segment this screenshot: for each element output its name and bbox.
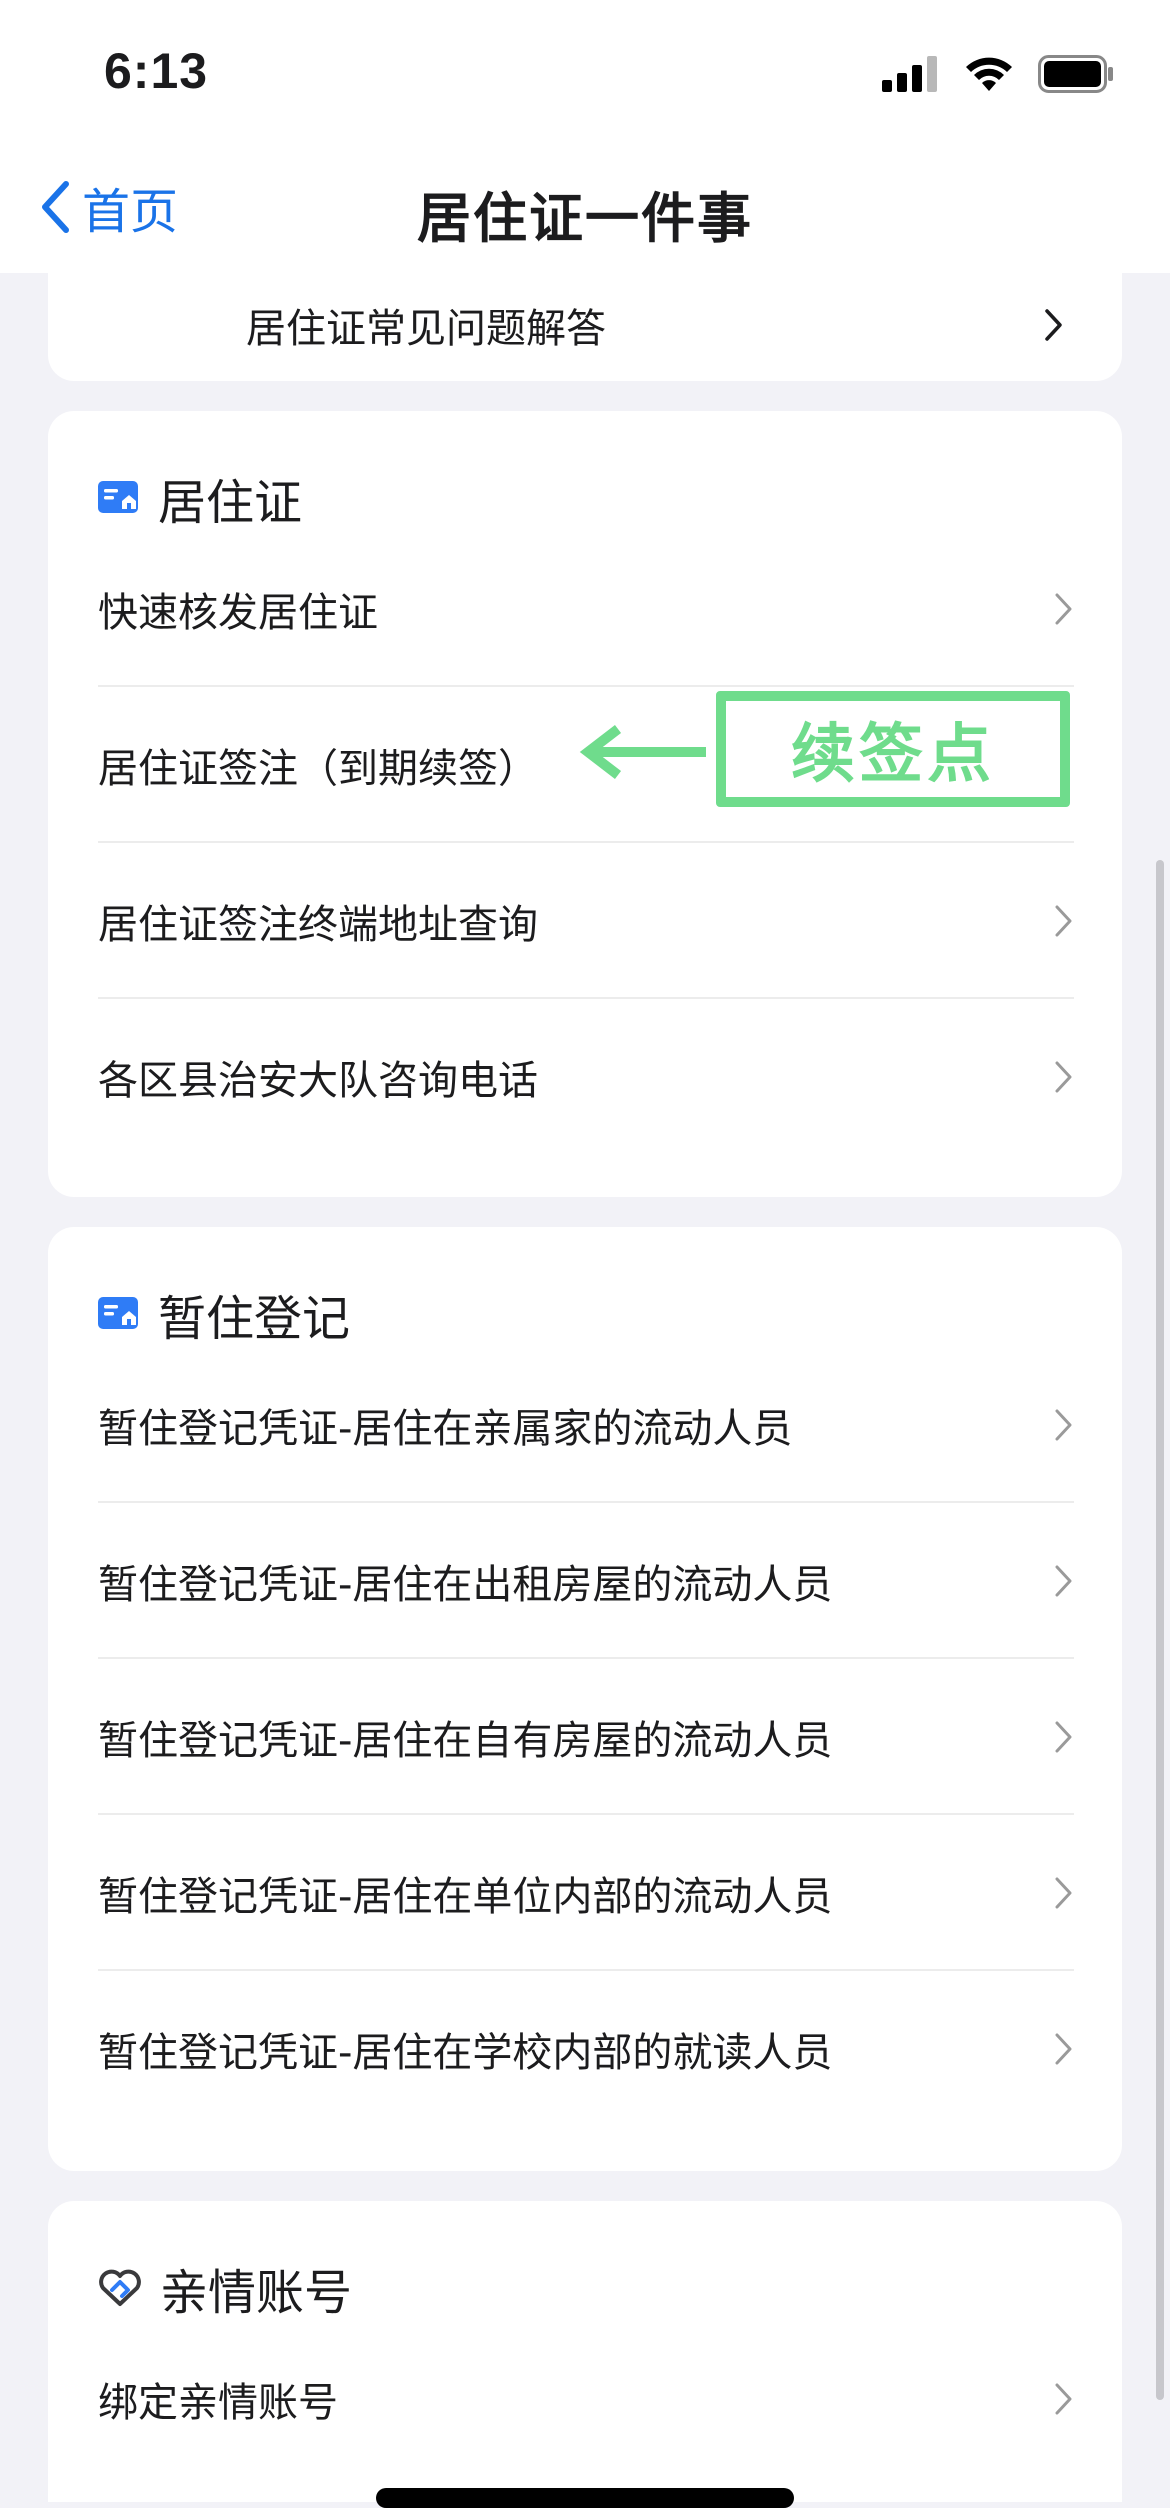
chevron-right-icon [1055, 593, 1072, 625]
chevron-right-icon [1055, 1061, 1072, 1093]
id-card-icon [98, 1297, 138, 1329]
family-section-title: 亲情账号 [160, 2265, 353, 2321]
navigation-bar: 首页 居住证一件事 [0, 150, 1170, 273]
temp-section-header: 暂住登记 [98, 1279, 350, 1349]
chevron-right-icon [1055, 905, 1072, 937]
list-item-school[interactable]: 暂住登记凭证-居住在学校内部的就读人员 [98, 1971, 1074, 2127]
wifi-icon [966, 57, 1012, 91]
chevron-right-icon [1055, 2033, 1072, 2065]
list-item-label: 暂住登记凭证-居住在自有房屋的流动人员 [98, 1718, 833, 1764]
scroll-content[interactable]: 居住证常见问题解答 居住证 快速核发居住证 居住证签注（到期续签） 居住证签注终… [0, 273, 1170, 2502]
page-title: 居住证一件事 [417, 187, 753, 250]
megaphone-icon [120, 273, 200, 291]
list-item-label: 绑定亲情账号 [98, 2380, 338, 2426]
residence-section-title: 居住证 [158, 475, 303, 531]
id-card-icon [98, 481, 138, 513]
chevron-right-icon [1055, 1721, 1072, 1753]
list-item-label: 各区县治安大队咨询电话 [98, 1058, 538, 1104]
temporary-residence-card: 暂住登记 暂住登记凭证-居住在亲属家的流动人员 暂住登记凭证-居住在出租房屋的流… [48, 1227, 1122, 2171]
family-account-card: 亲情账号 绑定亲情账号 [48, 2201, 1122, 2502]
scrollbar[interactable] [1156, 860, 1164, 2400]
residence-section-header: 居住证 [98, 463, 302, 533]
list-item-owned[interactable]: 暂住登记凭证-居住在自有房屋的流动人员 [98, 1659, 1074, 1815]
renewal-annotation: 续签点 [578, 687, 1098, 817]
list-item-label: 暂住登记凭证-居住在出租房屋的流动人员 [98, 1562, 833, 1608]
faq-card: 居住证常见问题解答 [48, 273, 1122, 381]
list-item-bind-family[interactable]: 绑定亲情账号 [98, 2321, 1074, 2477]
chevron-right-icon [1055, 2383, 1072, 2415]
list-item-terminal-address[interactable]: 居住证签注终端地址查询 [98, 843, 1074, 999]
list-item-label: 居住证签注（到期续签） [98, 746, 538, 792]
list-item-consult-phone[interactable]: 各区县治安大队咨询电话 [98, 999, 1074, 1155]
list-item-label: 暂住登记凭证-居住在单位内部的流动人员 [98, 1874, 833, 1920]
list-item-relatives[interactable]: 暂住登记凭证-居住在亲属家的流动人员 [98, 1347, 1074, 1503]
list-item-employer[interactable]: 暂住登记凭证-居住在单位内部的流动人员 [98, 1815, 1074, 1971]
faq-row[interactable]: 居住证常见问题解答 [246, 273, 1074, 381]
list-item-label: 居住证签注终端地址查询 [98, 902, 538, 948]
faq-label: 居住证常见问题解答 [246, 306, 606, 352]
chevron-right-icon [1055, 1409, 1072, 1441]
temp-section-title: 暂住登记 [158, 1291, 351, 1347]
status-bar: 6:13 [0, 0, 1170, 150]
list-item-label: 快速核发居住证 [98, 590, 378, 636]
status-time: 6:13 [104, 43, 209, 99]
arrow-left-icon [579, 725, 706, 779]
home-indicator[interactable] [376, 2488, 794, 2508]
annotation-label: 续签点 [716, 691, 1070, 807]
handshake-heart-icon [99, 2269, 141, 2306]
list-item-quick-issue[interactable]: 快速核发居住证 [98, 531, 1074, 687]
family-section-header: 亲情账号 [98, 2253, 352, 2323]
chevron-right-icon [1055, 1877, 1072, 1909]
list-item-rented[interactable]: 暂住登记凭证-居住在出租房屋的流动人员 [98, 1503, 1074, 1659]
list-item-label: 暂住登记凭证-居住在亲属家的流动人员 [98, 1406, 793, 1452]
status-icons [882, 52, 1114, 96]
chevron-right-icon [1055, 1565, 1072, 1597]
chevron-right-icon [1045, 309, 1062, 341]
cellular-signal-icon [882, 56, 937, 92]
battery-icon [1038, 55, 1113, 93]
list-item-label: 暂住登记凭证-居住在学校内部的就读人员 [98, 2030, 833, 2076]
